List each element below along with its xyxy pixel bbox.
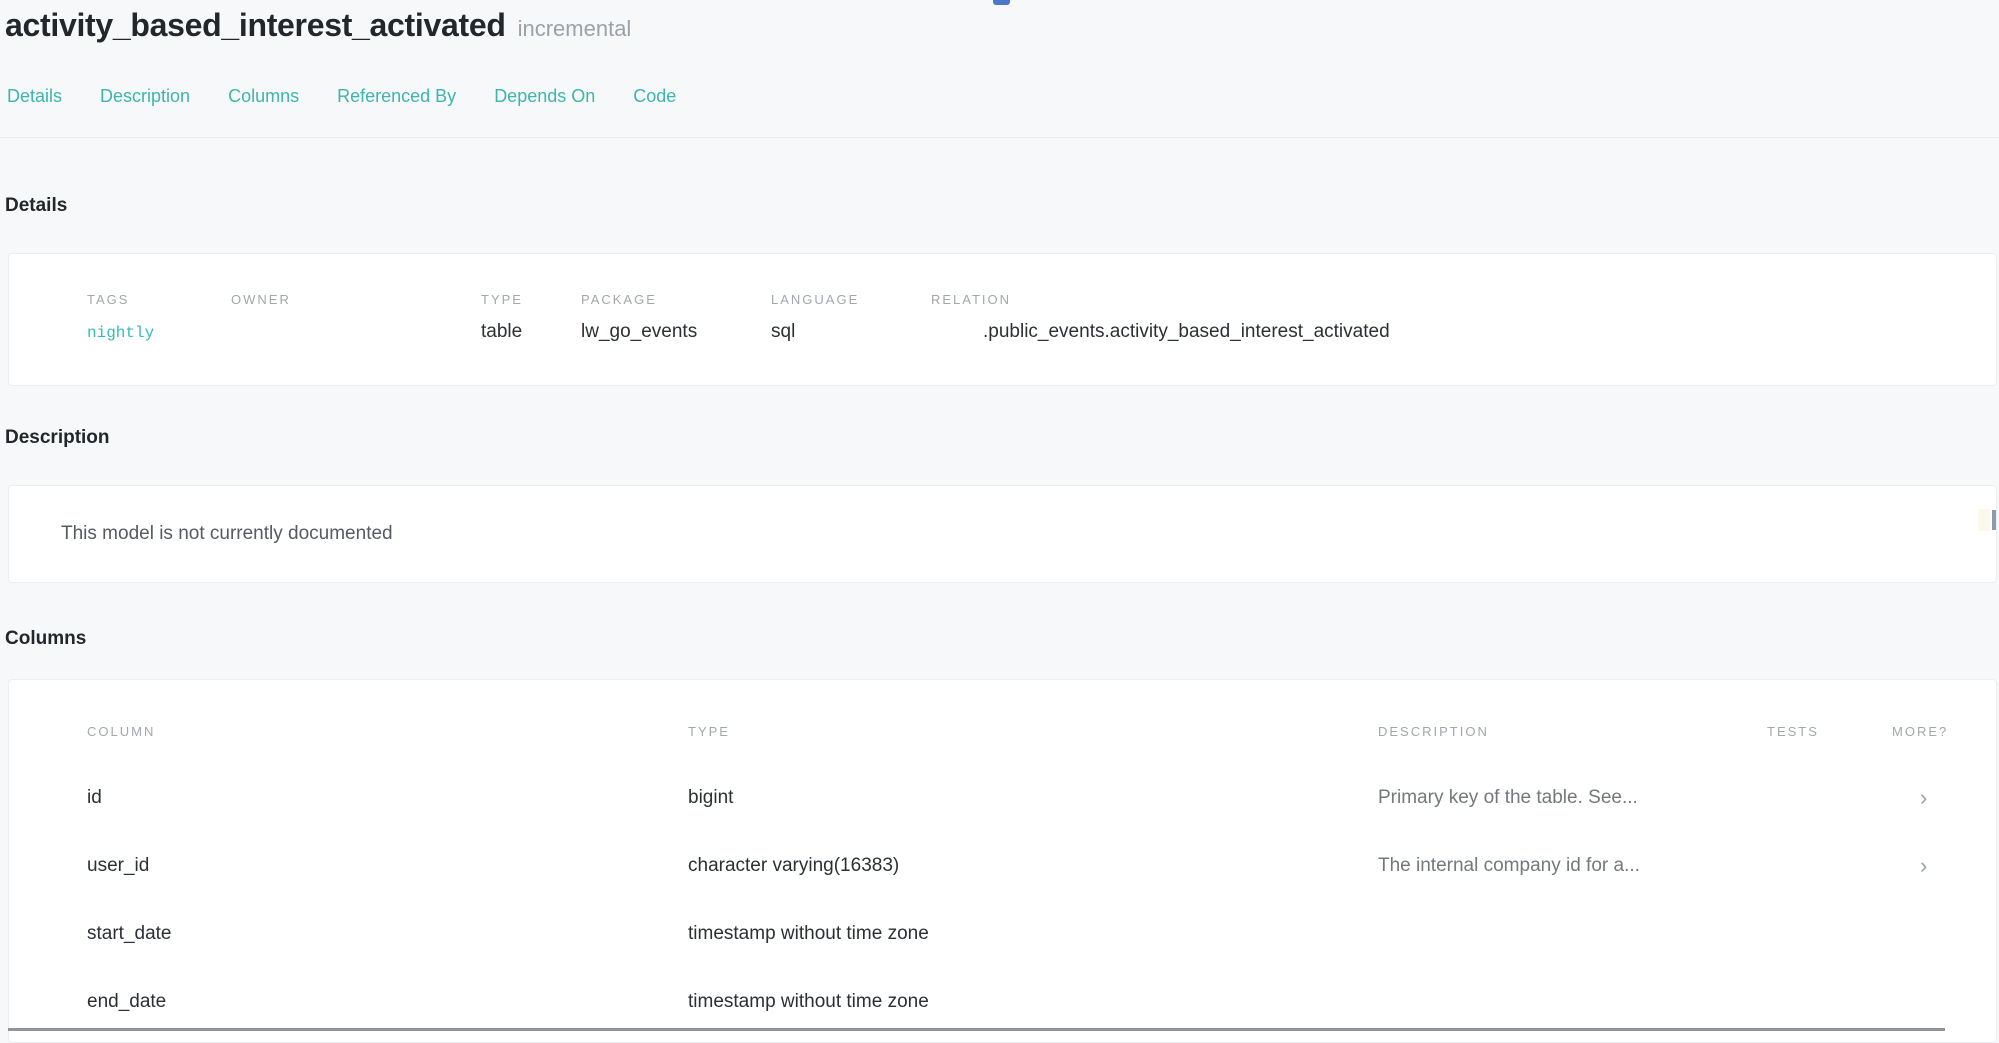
details-section-heading: Details [0, 194, 1999, 218]
field-label: TAGS [87, 292, 231, 308]
columns-table-header: COLUMN TYPE DESCRIPTION TESTS MORE? [87, 724, 1996, 740]
page-title: activity_based_interest_activated [5, 6, 506, 44]
truncated-edit-control-fragment [1976, 508, 1996, 532]
materialization-badge: incremental [518, 16, 632, 42]
description-text: This model is not currently documented [61, 522, 1996, 545]
details-field-type: TYPE table [481, 292, 581, 385]
column-name: id [87, 787, 688, 809]
nav-link-columns[interactable]: Columns [228, 86, 299, 107]
columns-section-heading: Columns [0, 627, 1999, 651]
description-card: This model is not currently documented [8, 485, 1997, 583]
column-name: end_date [87, 991, 688, 1013]
relation-value: .public_events.activity_based_interest_a… [931, 321, 1996, 343]
chevron-right-icon[interactable]: › [1892, 788, 1996, 808]
details-field-owner: OWNER [231, 292, 481, 385]
details-field-package: PACKAGE lw_go_events [581, 292, 771, 385]
description-section-heading: Description [0, 426, 1999, 450]
field-label: PACKAGE [581, 292, 771, 308]
cutoff-divider [8, 1028, 1945, 1031]
chevron-right-icon[interactable]: › [1892, 856, 1996, 876]
nav-link-description[interactable]: Description [100, 86, 190, 107]
details-field-relation: RELATION .public_events.activity_based_i… [931, 292, 1996, 385]
field-label: RELATION [931, 292, 1996, 308]
column-description: Primary key of the table. See... [1378, 787, 1767, 809]
column-description: The internal company id for a... [1378, 855, 1767, 877]
column-type: timestamp without time zone [688, 991, 1378, 1013]
field-label: TYPE [481, 292, 581, 308]
details-field-language: LANGUAGE sql [771, 292, 931, 385]
column-type: timestamp without time zone [688, 923, 1378, 945]
nav-link-code[interactable]: Code [633, 86, 676, 107]
header-type: TYPE [688, 724, 1378, 740]
truncated-toolbar-fragment [993, 0, 1010, 5]
section-nav: Details Description Columns Referenced B… [5, 86, 1999, 107]
nav-link-details[interactable]: Details [7, 86, 62, 107]
nav-link-referenced-by[interactable]: Referenced By [337, 86, 456, 107]
table-row-start-date[interactable]: start_date timestamp without time zone [87, 900, 1996, 968]
header-more: MORE? [1892, 724, 1996, 740]
field-value: sql [771, 321, 931, 343]
field-label: LANGUAGE [771, 292, 931, 308]
field-value: table [481, 321, 581, 343]
header-tests: TESTS [1767, 724, 1892, 740]
column-type: bigint [688, 787, 1378, 809]
table-row-user-id[interactable]: user_id character varying(16383) The int… [87, 832, 1996, 900]
columns-table-body: id bigint Primary key of the table. See.… [87, 764, 1996, 1036]
header-description: DESCRIPTION [1378, 724, 1767, 740]
column-type: character varying(16383) [688, 855, 1378, 877]
column-name: user_id [87, 855, 688, 877]
nav-link-depends-on[interactable]: Depends On [494, 86, 595, 107]
table-row-id[interactable]: id bigint Primary key of the table. See.… [87, 764, 1996, 832]
header-column: COLUMN [87, 724, 688, 740]
table-row-end-date[interactable]: end_date timestamp without time zone [87, 968, 1996, 1036]
details-field-tags: TAGS nightly [87, 292, 231, 385]
details-card: TAGS nightly OWNER TYPE table PACKAGE lw… [8, 253, 1997, 386]
model-header: activity_based_interest_activated increm… [0, 0, 1999, 138]
columns-card: COLUMN TYPE DESCRIPTION TESTS MORE? id b… [8, 679, 1997, 1043]
field-value: lw_go_events [581, 321, 771, 343]
tag-link-nightly[interactable]: nightly [87, 324, 154, 342]
field-label: OWNER [231, 292, 481, 308]
column-name: start_date [87, 923, 688, 945]
